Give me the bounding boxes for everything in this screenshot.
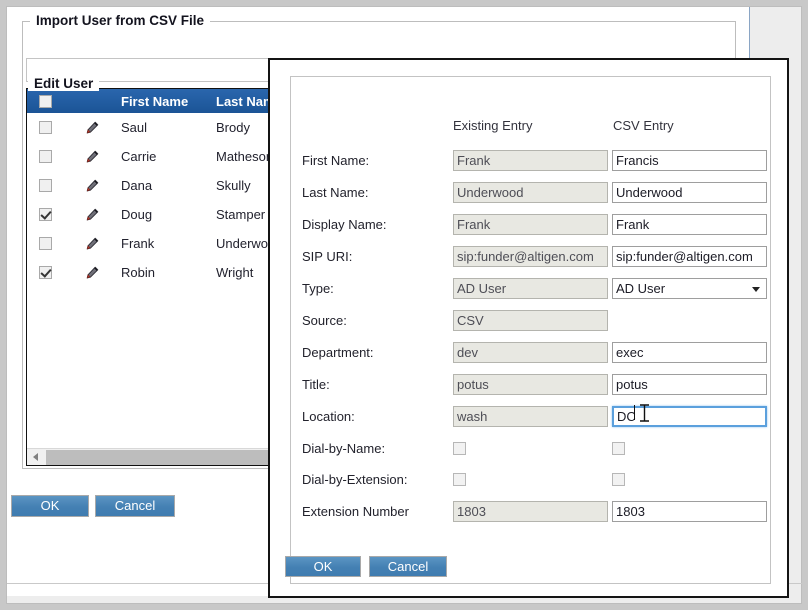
pencil-icon[interactable] xyxy=(85,121,99,135)
csv-value-field[interactable] xyxy=(612,374,767,395)
row-select-cell[interactable] xyxy=(27,237,63,250)
row-select-cell[interactable] xyxy=(27,266,63,279)
grid-header-first-name[interactable]: First Name xyxy=(121,94,216,109)
existing-value-field xyxy=(453,501,608,522)
row-edit-cell[interactable] xyxy=(63,237,121,251)
existing-value-field xyxy=(453,246,608,267)
row-edit-cell[interactable] xyxy=(63,266,121,280)
field-label: SIP URI: xyxy=(302,249,353,264)
field-label: Department: xyxy=(302,345,374,360)
field-label: Dial-by-Name: xyxy=(302,441,386,456)
text-caret xyxy=(634,405,635,420)
scroll-left-arrow-icon[interactable] xyxy=(27,448,44,465)
chevron-down-icon[interactable] xyxy=(752,287,760,292)
existing-value-field xyxy=(453,150,608,171)
row-checkbox[interactable] xyxy=(38,150,52,163)
csv-value-field[interactable] xyxy=(612,182,767,203)
pencil-icon[interactable] xyxy=(85,208,99,222)
dialog-ok-button[interactable]: OK xyxy=(285,556,361,577)
existing-value-field xyxy=(453,214,608,235)
field-label: Dial-by-Extension: xyxy=(302,472,408,487)
pencil-icon[interactable] xyxy=(85,237,99,251)
dialog-cancel-button[interactable]: Cancel xyxy=(369,556,447,577)
pencil-icon[interactable] xyxy=(85,150,99,164)
grid-select-all-cell[interactable] xyxy=(27,94,63,108)
existing-checkbox xyxy=(453,473,466,486)
cell-first-name: Dana xyxy=(121,178,153,193)
cell-first-name: Doug xyxy=(121,207,153,222)
cell-first-name: Frank xyxy=(121,236,155,251)
csv-value-field[interactable] xyxy=(612,214,767,235)
existing-entry-column-header: Existing Entry xyxy=(453,118,533,133)
csv-entry-column-header: CSV Entry xyxy=(613,118,674,133)
existing-value-field xyxy=(453,374,608,395)
row-checkbox[interactable] xyxy=(38,179,52,192)
existing-value-field xyxy=(453,342,608,363)
import-user-legend: Import User from CSV File xyxy=(30,13,211,28)
row-checkbox[interactable] xyxy=(38,121,52,134)
field-label: Location: xyxy=(302,409,355,424)
field-label: Extension Number xyxy=(302,504,409,519)
row-select-cell[interactable] xyxy=(27,208,63,221)
row-select-cell[interactable] xyxy=(27,150,63,163)
csv-checkbox[interactable] xyxy=(612,473,625,486)
csv-value-field[interactable] xyxy=(612,406,767,427)
existing-value-field xyxy=(453,182,608,203)
field-label: Title: xyxy=(302,377,330,392)
cell-first-name: Saul xyxy=(121,120,148,135)
row-edit-cell[interactable] xyxy=(63,208,121,222)
existing-value-field xyxy=(453,310,608,331)
import-ok-button[interactable]: OK xyxy=(11,495,89,517)
row-checkbox[interactable] xyxy=(38,208,52,221)
csv-value-field[interactable] xyxy=(612,342,767,363)
row-edit-cell[interactable] xyxy=(63,121,121,135)
existing-value-field xyxy=(453,406,608,427)
csv-checkbox[interactable] xyxy=(612,442,625,455)
field-label: Display Name: xyxy=(302,217,387,232)
csv-type-select-value[interactable]: AD User xyxy=(612,278,767,299)
cell-first-name: Robin xyxy=(121,265,155,280)
cell-first-name: Carrie xyxy=(121,149,157,164)
pencil-icon[interactable] xyxy=(85,179,99,193)
row-checkbox[interactable] xyxy=(38,237,52,250)
csv-type-select[interactable]: AD User xyxy=(612,278,767,299)
csv-value-field[interactable] xyxy=(612,501,767,522)
csv-value-field[interactable] xyxy=(612,150,767,171)
import-cancel-button[interactable]: Cancel xyxy=(95,495,175,517)
csv-value-field[interactable] xyxy=(612,246,767,267)
edit-user-legend: Edit User xyxy=(28,76,100,91)
existing-checkbox xyxy=(453,442,466,455)
pencil-icon[interactable] xyxy=(85,266,99,280)
select-all-checkbox[interactable] xyxy=(38,94,52,108)
field-label: Type: xyxy=(302,281,334,296)
field-label: Source: xyxy=(302,313,347,328)
row-edit-cell[interactable] xyxy=(63,179,121,193)
field-label: First Name: xyxy=(302,153,370,168)
row-checkbox[interactable] xyxy=(38,266,52,279)
field-label: Last Name: xyxy=(302,185,369,200)
row-select-cell[interactable] xyxy=(27,121,63,134)
row-edit-cell[interactable] xyxy=(63,150,121,164)
existing-value-field xyxy=(453,278,608,299)
i-beam-cursor-icon xyxy=(640,404,649,422)
row-select-cell[interactable] xyxy=(27,179,63,192)
